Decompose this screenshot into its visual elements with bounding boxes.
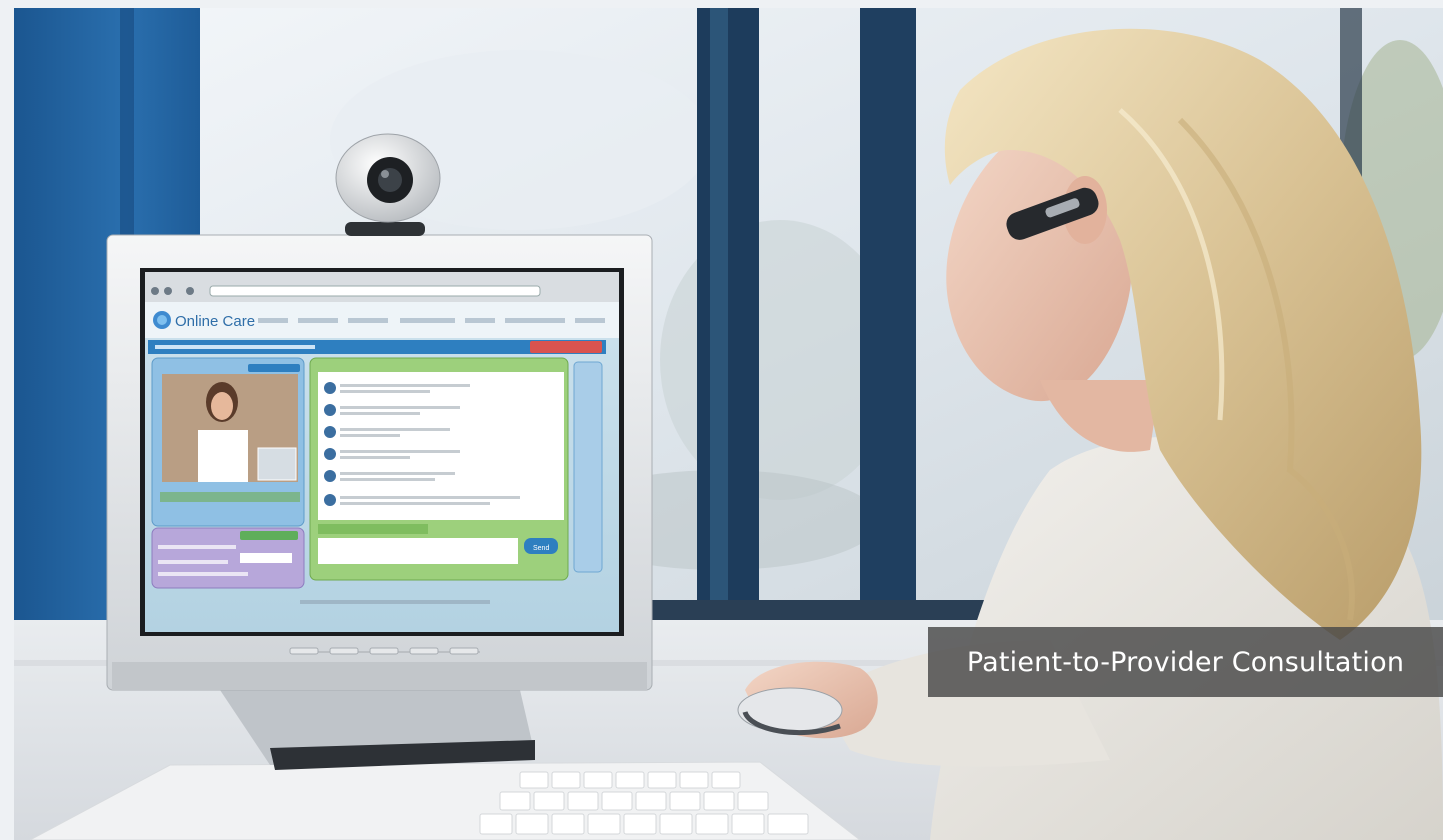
keyboard [29, 761, 861, 840]
photo-frame: Online Care Send Patient-to-Provider Con… [0, 0, 1443, 840]
scene-illustration: Online Care Send [0, 0, 1443, 840]
caption-text: Patient-to-Provider Consultation [966, 646, 1405, 678]
screen-logo-text: Online Care [175, 313, 255, 330]
monitor-screen: Online Care Send [145, 272, 619, 632]
screen-send-label: Send [533, 545, 549, 552]
caption-banner: Patient-to-Provider Consultation [928, 627, 1443, 697]
